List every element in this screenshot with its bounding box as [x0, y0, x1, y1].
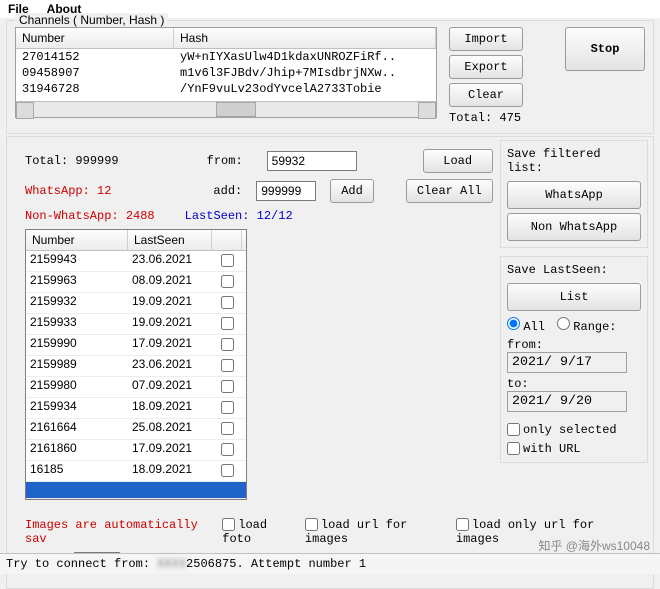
- save-filtered-group: Save filtered list: WhatsApp Non WhatsAp…: [500, 140, 648, 248]
- results-row[interactable]: 215993319.09.2021: [26, 314, 246, 335]
- radio-range[interactable]: Range:: [557, 317, 617, 334]
- lastseen-count: LastSeen: 12/12: [185, 209, 293, 223]
- load-url-images-checkbox[interactable]: load url for images: [305, 518, 450, 546]
- date-from-input[interactable]: [507, 352, 627, 373]
- row-checkbox[interactable]: [221, 296, 234, 309]
- results-table[interactable]: Number LastSeen 215994323.06.2021 215996…: [25, 229, 247, 500]
- row-checkbox[interactable]: [221, 359, 234, 372]
- status-bar: Try to connect from: XXXX2506875. Attemp…: [0, 553, 660, 574]
- results-row[interactable]: 215999017.09.2021: [26, 335, 246, 356]
- date-to-label: to:: [507, 377, 641, 391]
- clear-all-button[interactable]: Clear All: [406, 179, 493, 203]
- load-button[interactable]: Load: [423, 149, 493, 173]
- channels-total: Total: 475: [449, 111, 523, 125]
- from-label: from:: [207, 154, 243, 168]
- channels-row[interactable]: 09458907m1v6l3FJBdv/Jhip+7MIsdbrjNXw..: [16, 65, 436, 81]
- results-row[interactable]: 215996308.09.2021: [26, 272, 246, 293]
- row-checkbox[interactable]: [221, 401, 234, 414]
- row-checkbox[interactable]: [221, 254, 234, 267]
- watermark: 知乎 @海外ws10048: [538, 537, 650, 554]
- radio-all[interactable]: All: [507, 317, 545, 334]
- results-row[interactable]: 215998923.06.2021: [26, 356, 246, 377]
- save-filtered-label: Save filtered list:: [507, 147, 641, 175]
- results-row[interactable]: 215998007.09.2021: [26, 377, 246, 398]
- auto-save-label: Images are automatically sav: [25, 518, 216, 546]
- channels-group: Channels ( Number, Hash ) Number Hash 27…: [6, 20, 654, 134]
- save-lastseen-group: Save LastSeen: List All Range: from: to:…: [500, 256, 648, 463]
- save-lastseen-label: Save LastSeen:: [507, 263, 641, 277]
- results-header-number: Number: [26, 230, 128, 250]
- load-foto-checkbox[interactable]: load foto: [222, 518, 299, 546]
- results-row[interactable]: 215994323.06.2021: [26, 251, 246, 272]
- save-nonwhatsapp-button[interactable]: Non WhatsApp: [507, 213, 641, 241]
- from-input[interactable]: [267, 151, 357, 171]
- total-label: Total: 999999: [25, 154, 119, 168]
- channels-header-hash: Hash: [174, 28, 436, 48]
- date-to-input[interactable]: [507, 391, 627, 412]
- channels-header-number: Number: [16, 28, 174, 48]
- export-button[interactable]: Export: [449, 55, 523, 79]
- add-label: add:: [213, 184, 242, 198]
- results-row[interactable]: 215993418.09.2021: [26, 398, 246, 419]
- results-row[interactable]: 1618518.09.2021: [26, 461, 246, 482]
- row-checkbox[interactable]: [221, 380, 234, 393]
- results-row[interactable]: 215993219.09.2021: [26, 293, 246, 314]
- row-checkbox[interactable]: [221, 443, 234, 456]
- whatsapp-count: WhatsApp: 12: [25, 184, 111, 198]
- stop-button[interactable]: Stop: [565, 27, 645, 71]
- nonwhatsapp-count: Non-WhatsApp: 2488: [25, 209, 155, 223]
- row-checkbox[interactable]: [221, 422, 234, 435]
- results-row[interactable]: 216166425.08.2021: [26, 419, 246, 440]
- channels-table[interactable]: Number Hash 27014152yW+nIYXasUlw4D1kdaxU…: [15, 27, 437, 118]
- row-checkbox[interactable]: [221, 317, 234, 330]
- add-button[interactable]: Add: [330, 179, 374, 203]
- row-checkbox[interactable]: [221, 464, 234, 477]
- results-row-selected[interactable]: [26, 482, 246, 499]
- list-button[interactable]: List: [507, 283, 641, 311]
- channels-legend: Channels ( Number, Hash ): [15, 13, 168, 27]
- results-header-lastseen: LastSeen: [128, 230, 212, 250]
- with-url-checkbox[interactable]: with URL: [507, 442, 581, 456]
- channels-row[interactable]: 27014152yW+nIYXasUlw4D1kdaxUNROZFiRf..: [16, 49, 436, 65]
- channels-row[interactable]: 31946728/YnF9vuLv23odYvcelA2733Tobie: [16, 81, 436, 97]
- channels-hscroll[interactable]: [16, 101, 436, 117]
- import-button[interactable]: Import: [449, 27, 523, 51]
- add-input[interactable]: [256, 181, 316, 201]
- save-whatsapp-button[interactable]: WhatsApp: [507, 181, 641, 209]
- clear-button[interactable]: Clear: [449, 83, 523, 107]
- results-row[interactable]: 216186017.09.2021: [26, 440, 246, 461]
- row-checkbox[interactable]: [221, 338, 234, 351]
- only-selected-checkbox[interactable]: only selected: [507, 423, 617, 437]
- date-from-label: from:: [507, 338, 641, 352]
- row-checkbox[interactable]: [221, 275, 234, 288]
